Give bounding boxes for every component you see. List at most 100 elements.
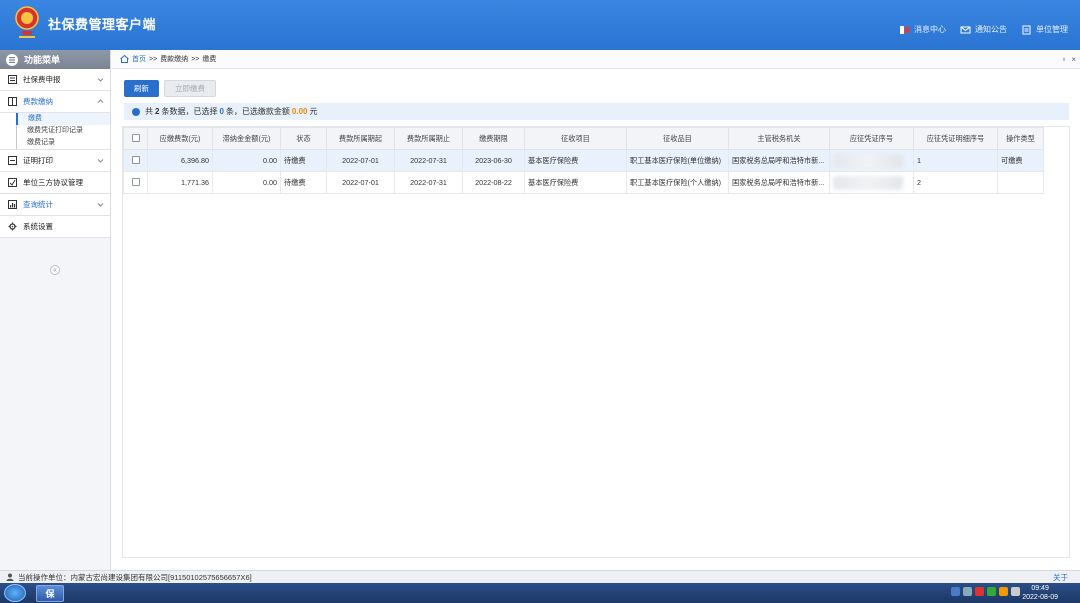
- cell-voucher: [829, 149, 914, 172]
- tray-icon[interactable]: [975, 587, 984, 596]
- table-row[interactable]: 1,771.36 0.00 待缴费 2022-07-01 2022-07-31 …: [123, 171, 1044, 194]
- cell-item: 基本医疗保险费: [524, 149, 627, 172]
- table-row[interactable]: 6,396.80 0.00 待缴费 2022-07-01 2022-07-31 …: [123, 149, 1044, 172]
- pay-now-button[interactable]: 立即缴费: [164, 80, 216, 97]
- sidebar-item-settings[interactable]: 系统设置: [0, 216, 110, 238]
- payment-table: 应缴费款(元) 滞纳金金额(元) 状态 费款所属期起 费款所属期止 缴费期限 征…: [123, 127, 1044, 194]
- close-icon[interactable]: ×: [1071, 55, 1076, 64]
- form-icon: [8, 75, 17, 84]
- taskbar-clock[interactable]: 09:49 2022-08-09: [1022, 584, 1058, 602]
- summary-count: 2: [155, 107, 160, 116]
- select-all-header[interactable]: [123, 127, 148, 150]
- row-checkbox[interactable]: [131, 155, 140, 164]
- book-icon: [8, 97, 17, 106]
- sidebar-item-label: 查询统计: [23, 200, 53, 209]
- taskbar-app-button[interactable]: 保: [36, 584, 64, 602]
- cell-late-fee: 0.00: [212, 171, 281, 194]
- cell-authority: 国家税务总局呼和浩特市新...: [728, 149, 830, 172]
- tray-icon[interactable]: [951, 587, 960, 596]
- cell-status: 待缴费: [280, 149, 327, 172]
- gear-icon: [8, 222, 17, 231]
- sidebar-subitem-voucher-print[interactable]: 缴费凭证打印记录: [16, 125, 110, 137]
- breadcrumb-level1[interactable]: 费款缴纳: [160, 54, 188, 64]
- tray-icon[interactable]: [999, 587, 1008, 596]
- cell-period-end: 2022-07-31: [394, 149, 463, 172]
- chevron-up-icon: [97, 99, 104, 103]
- tray-icon[interactable]: [963, 587, 972, 596]
- cell-period-start: 2022-07-01: [326, 149, 395, 172]
- unit-management-label: 单位管理: [1036, 25, 1068, 34]
- column-header: 应缴费款(元): [147, 127, 213, 150]
- column-header: 主管税务机关: [728, 127, 830, 150]
- restore-icon[interactable]: ▫: [1062, 55, 1065, 64]
- redacted-value: [833, 175, 903, 190]
- current-unit-label: 当前操作单位：内蒙古宏尚建设集团有限公司[91150102575656657X6…: [18, 572, 252, 582]
- cell-detail-no: 2: [913, 171, 998, 194]
- cell-deadline: 2023-06-30: [462, 149, 525, 172]
- sidebar-item-agreement[interactable]: 单位三方协议管理: [0, 172, 110, 194]
- sidebar-item-label: 社保费申报: [23, 75, 61, 84]
- summary-amount: 0.00: [291, 107, 308, 116]
- table-header-row: 应缴费款(元) 滞纳金金额(元) 状态 费款所属期起 费款所属期止 缴费期限 征…: [123, 127, 1044, 150]
- app-title: 社保费管理客户端: [48, 17, 157, 32]
- summary-mid2: 条，已选缴款金额: [225, 107, 290, 116]
- cell-amount: 6,396.80: [147, 149, 213, 172]
- chart-icon: [8, 200, 17, 209]
- info-icon: [132, 107, 140, 116]
- chevron-down-icon: [97, 78, 104, 82]
- cell-operation: 可缴费: [997, 149, 1044, 172]
- redacted-value: [833, 153, 903, 168]
- breadcrumb-separator: >>: [191, 55, 200, 63]
- summary-mid1: 条数据，已选择: [161, 107, 218, 116]
- select-all-checkbox[interactable]: [131, 133, 140, 142]
- notice-label: 通知公告: [975, 25, 1007, 34]
- summary-selected: 0: [219, 107, 224, 116]
- column-header: 状态: [280, 127, 327, 150]
- start-button-icon[interactable]: [4, 584, 26, 602]
- breadcrumb-current: 缴费: [202, 56, 217, 63]
- message-center-link[interactable]: 消息中心: [899, 24, 946, 35]
- sidebar-item-label: 系统设置: [23, 222, 53, 231]
- sidebar-item-declaration[interactable]: 社保费申报: [0, 69, 110, 91]
- volume-icon[interactable]: [1011, 587, 1020, 596]
- cell-late-fee: 0.00: [212, 149, 281, 172]
- tray-icon[interactable]: [987, 587, 996, 596]
- sidebar: 功能菜单 社保费申报 费款缴纳 缴费 缴费凭证打印记录 缴费记录 证明打印 单位…: [0, 50, 111, 570]
- cell-subitem: 职工基本医疗保险(个人缴纳): [626, 171, 729, 194]
- sidebar-item-query[interactable]: 查询统计: [0, 194, 110, 216]
- column-header: 应征凭证序号: [829, 127, 914, 150]
- certificate-icon: [8, 156, 17, 165]
- sidebar-subitem-pay[interactable]: 缴费: [16, 113, 110, 125]
- system-tray: [951, 587, 1020, 596]
- sidebar-item-certificate[interactable]: 证明打印: [0, 150, 110, 172]
- sidebar-item-payment[interactable]: 费款缴纳: [0, 91, 110, 113]
- about-link[interactable]: 关于: [1053, 572, 1068, 583]
- row-select-cell[interactable]: [123, 149, 148, 172]
- home-icon: [120, 55, 129, 63]
- cell-detail-no: 1: [913, 149, 998, 172]
- breadcrumb-separator: >>: [149, 55, 158, 63]
- app-header: 社保费管理客户端 消息中心 通知公告 单位管理: [0, 0, 1080, 50]
- cell-operation: [997, 171, 1044, 194]
- row-select-cell[interactable]: [123, 171, 148, 194]
- menu-icon: [6, 53, 18, 66]
- column-header: 操作类型: [997, 127, 1044, 150]
- notice-link[interactable]: 通知公告: [960, 24, 1007, 35]
- summary-prefix: 共: [145, 107, 153, 116]
- row-checkbox[interactable]: [131, 177, 140, 186]
- document-icon: [1022, 25, 1031, 34]
- breadcrumb-home[interactable]: 首页: [132, 54, 146, 64]
- column-header: 缴费期限: [462, 127, 525, 150]
- column-header: 征收项目: [524, 127, 627, 150]
- cell-period-start: 2022-07-01: [326, 171, 395, 194]
- sidebar-item-label: 证明打印: [23, 156, 53, 165]
- sidebar-subitem-pay-records[interactable]: 缴费记录: [16, 137, 110, 149]
- refresh-button[interactable]: 刷新: [124, 80, 159, 97]
- unit-management-link[interactable]: 单位管理: [1021, 24, 1068, 35]
- column-header: 费款所属期起: [326, 127, 395, 150]
- cell-voucher: [829, 171, 914, 194]
- payment-table-container: 应缴费款(元) 滞纳金金额(元) 状态 费款所属期起 费款所属期止 缴费期限 征…: [122, 126, 1070, 558]
- summary-unit: 元: [309, 107, 318, 116]
- column-header: 征收品目: [626, 127, 729, 150]
- collapse-sidebar-button[interactable]: «: [50, 265, 60, 275]
